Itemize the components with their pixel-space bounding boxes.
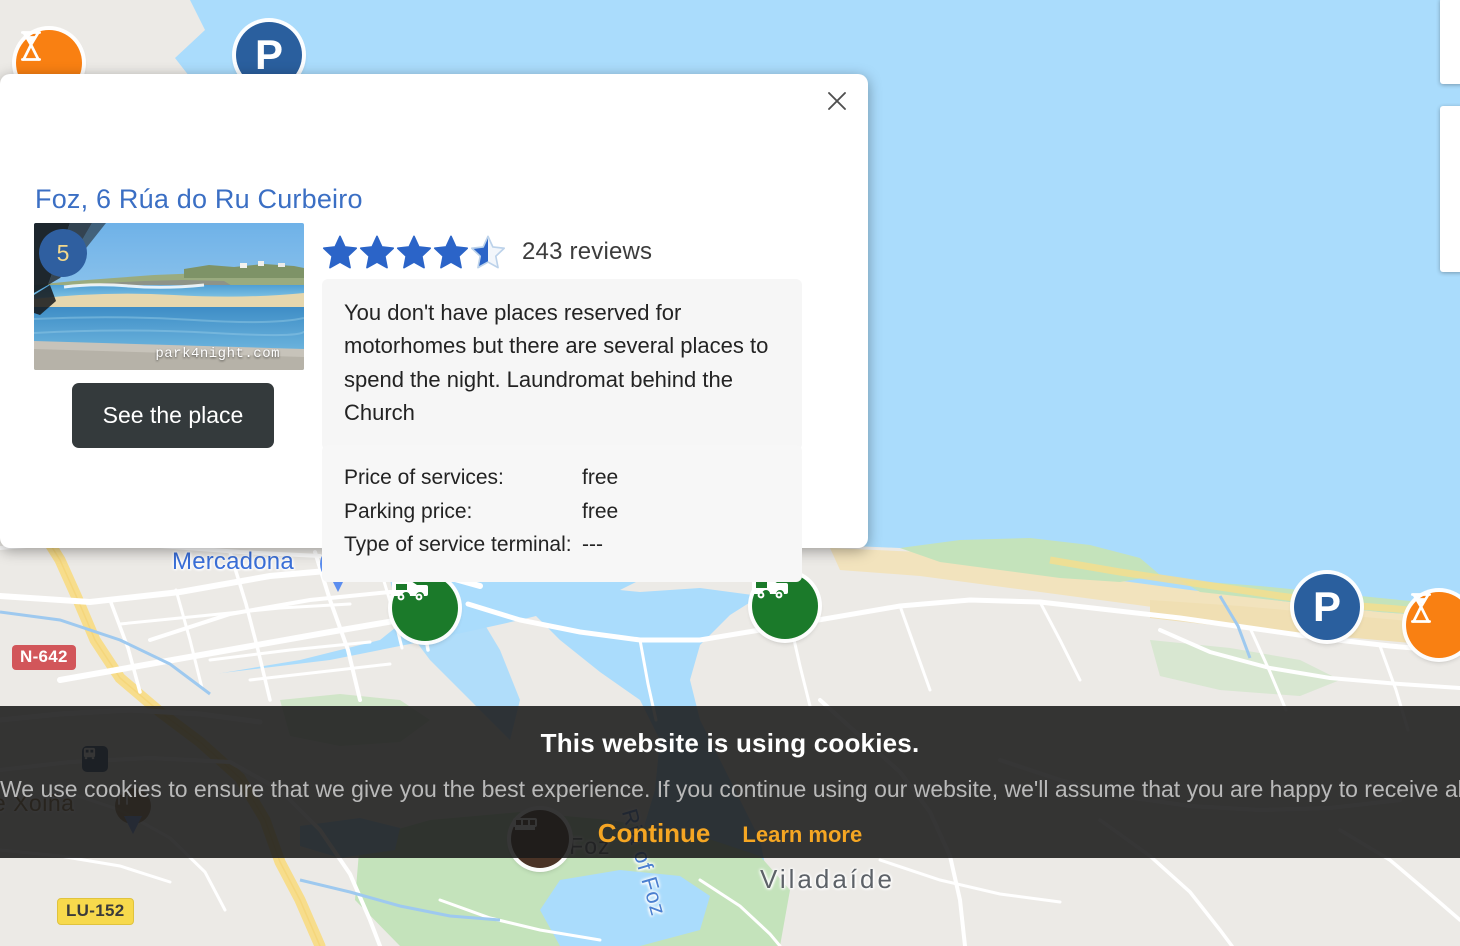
star-icon (359, 235, 395, 269)
spec-row: Type of service terminal: --- (344, 528, 780, 562)
cookie-learn-more-link[interactable]: Learn more (742, 822, 862, 848)
cookie-banner-actions: Continue Learn more (0, 818, 1460, 849)
star-rating (322, 234, 506, 270)
map-control-panel-zoom[interactable] (1440, 106, 1460, 272)
close-icon[interactable] (820, 84, 854, 118)
page-title: Foz, 6 Rúa do Ru Curbeiro (35, 184, 363, 214)
place-info-popup: Foz, 6 Rúa do Ru Curbeiro park4night.com… (0, 74, 868, 582)
parking-icon: P (254, 31, 283, 78)
see-the-place-button[interactable]: See the place (72, 383, 274, 448)
cookie-banner-message: We use cookies to ensure that we give yo… (0, 776, 1460, 802)
map-control-panel-top[interactable] (1440, 0, 1460, 84)
star-icon (396, 235, 432, 269)
rank-badge: 5 (39, 229, 87, 277)
spec-label: Type of service terminal: (344, 533, 572, 557)
star-icon (470, 235, 506, 269)
map-marker-motorhome-area-center[interactable] (752, 573, 818, 639)
map-marker-motorhome-area-left[interactable] (392, 575, 458, 641)
review-text: You don't have places reserved for motor… (322, 279, 802, 450)
road-shield-lu152: LU-152 (57, 898, 134, 925)
cookie-banner: This website is using cookies. We use co… (0, 706, 1460, 858)
spec-row: Price of services: free (344, 461, 780, 495)
spec-label: Parking price: (344, 499, 473, 523)
parking-icon: P (1312, 583, 1341, 630)
road-shield-n642: N-642 (12, 645, 76, 670)
place-specs: Price of services: free Parking price: free… (322, 445, 802, 582)
photo-watermark: park4night.com (155, 346, 280, 362)
cookie-continue-button[interactable]: Continue (598, 818, 711, 849)
spec-value: --- (582, 533, 603, 557)
rating-row: 243 reviews (322, 234, 652, 270)
spec-row: Parking price: free (344, 495, 780, 529)
star-icon (433, 235, 469, 269)
spec-value: free (582, 499, 619, 523)
spec-label: Price of services: (344, 466, 504, 489)
map-marker-parking-right[interactable]: P (1294, 574, 1360, 640)
reviews-count: 243 reviews (522, 238, 653, 265)
star-icon (322, 235, 358, 269)
map-application: Mercadona Viladaíde te Xoiña Ria of Foz … (0, 0, 1460, 946)
spec-value: free (582, 466, 619, 489)
cookie-banner-title: This website is using cookies. (540, 728, 920, 758)
